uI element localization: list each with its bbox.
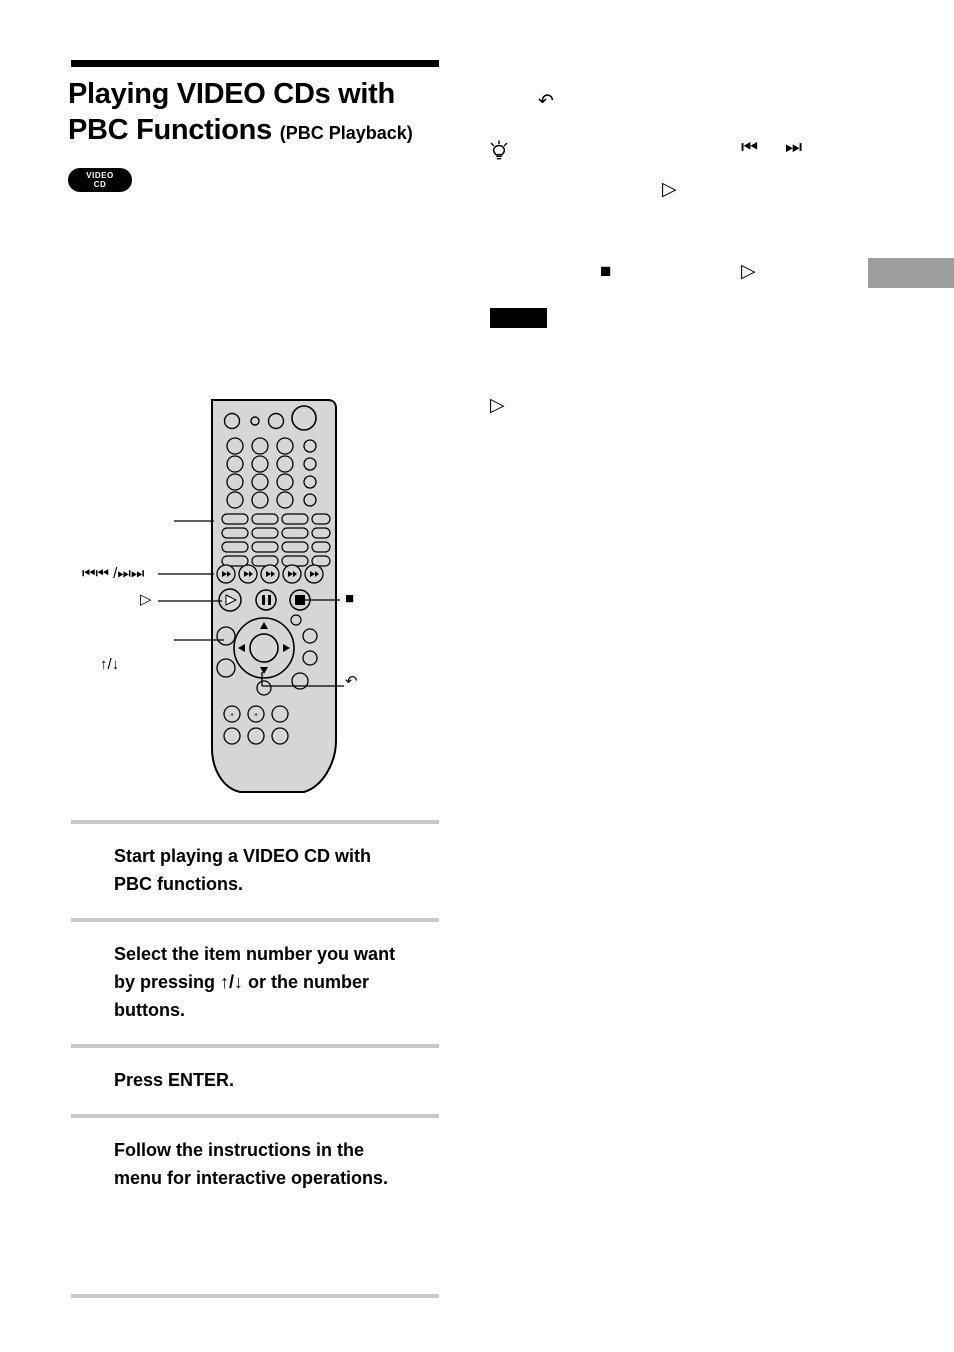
callout-updown-label: ↑/↓ [100, 656, 120, 673]
callout-play-label: ▷ [140, 591, 152, 608]
step-4-text: Follow the instructions in the menu for … [114, 1140, 389, 1188]
next-icon-right: ⏭ [785, 137, 803, 158]
svg-text:+: + [230, 712, 234, 719]
callout-prev-next-label: ⏮⏮ /⏭⏭ [82, 565, 145, 582]
page-title-subtitle: (PBC Playback) [279, 123, 413, 143]
tip-bulb-icon [488, 139, 510, 161]
stop-icon-right: ■ [600, 261, 612, 282]
disc-type-badge: VIDEO CD [68, 168, 132, 192]
document-page: Playing VIDEO CDs with PBC Functions (PB… [0, 0, 954, 1352]
steps-list: Start playing a VIDEO CD with PBC functi… [71, 820, 439, 1212]
page-title-line1: Playing VIDEO CDs with [68, 78, 395, 110]
return-icon-right-1: ↶ [538, 91, 554, 112]
callout-stop-label: ■ [345, 590, 355, 607]
step-2-text: Select the item number you want by press… [114, 944, 396, 1020]
play-icon-right-1: ▷ [662, 179, 677, 200]
step-1-text: Start playing a VIDEO CD with PBC functi… [114, 846, 372, 894]
page-title: Playing VIDEO CDs with PBC Functions (PB… [68, 76, 468, 151]
step-3-text: Press ENTER. [114, 1070, 235, 1090]
play-icon-right-2: ▷ [741, 261, 756, 282]
page-edge-tab [868, 258, 954, 288]
note-label-chip [490, 308, 547, 328]
play-icon-right-3: ▷ [490, 395, 505, 416]
footer-divider [71, 1294, 439, 1298]
title-divider [71, 60, 439, 67]
page-title-line2: PBC Functions [68, 114, 272, 146]
callout-return-label: ↶ [345, 673, 358, 690]
prev-icon-right: ⏮ [741, 137, 759, 158]
disc-type-badge-line2: CD [93, 180, 107, 189]
disc-type-badge-line1: VIDEO [86, 171, 114, 180]
svg-text:+: + [254, 712, 258, 719]
remote-control-illustration: + + [200, 396, 440, 800]
